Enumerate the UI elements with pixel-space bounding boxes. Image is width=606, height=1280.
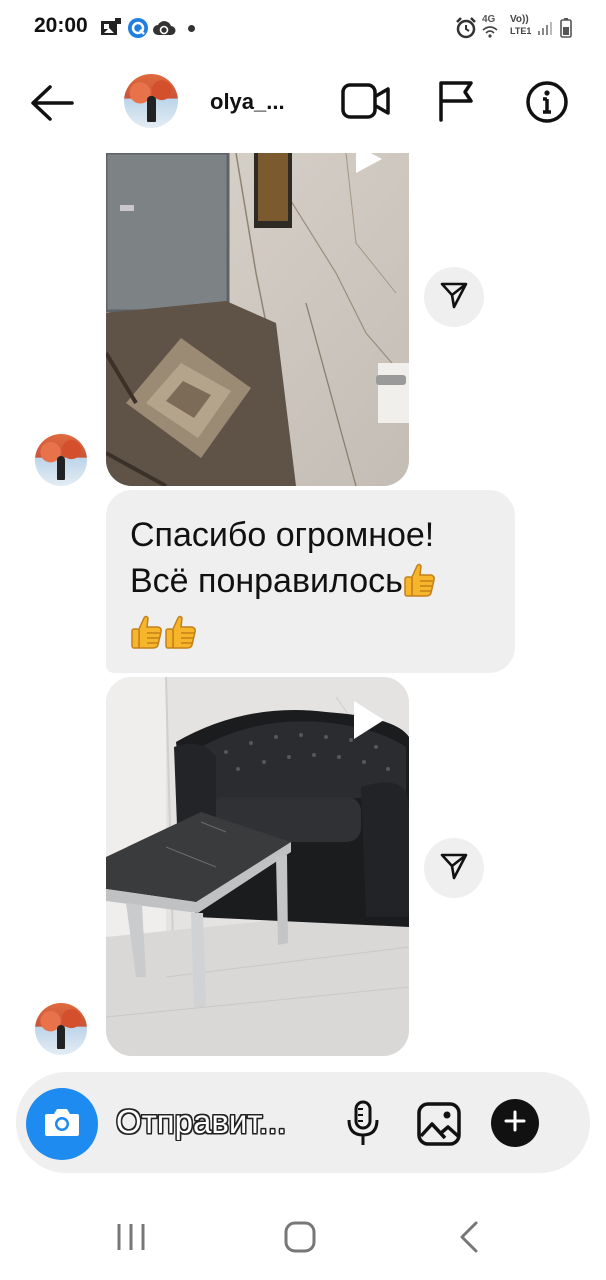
- sender-avatar[interactable]: [35, 1003, 87, 1055]
- microphone-icon[interactable]: [344, 1100, 382, 1153]
- share-icon: [439, 280, 469, 315]
- header-avatar[interactable]: [124, 74, 178, 128]
- share-button-photo1[interactable]: [424, 267, 484, 327]
- back-arrow-icon[interactable]: [28, 83, 76, 128]
- thumbs-up-emoji: [403, 562, 437, 610]
- header-username[interactable]: olya_...: [210, 89, 285, 115]
- add-content-button[interactable]: [491, 1099, 539, 1147]
- message-text-line1: Спасибо огромное!: [130, 516, 435, 554]
- cloud-sync-icon: [152, 19, 176, 42]
- share-button-photo2[interactable]: [424, 838, 484, 898]
- camera-button[interactable]: [26, 1088, 98, 1160]
- status-time: 20:00: [34, 14, 88, 37]
- plus-icon: [503, 1109, 527, 1138]
- text-message-bubble[interactable]: Спасибо огромное! Всё понравилось: [106, 490, 515, 673]
- volte-label: Vo)): [510, 14, 529, 25]
- photo-message-sofa[interactable]: [106, 677, 409, 1056]
- play-icon[interactable]: [350, 153, 386, 178]
- sender-avatar[interactable]: [35, 434, 87, 486]
- share-icon: [439, 851, 469, 886]
- recent-apps-icon[interactable]: [115, 1221, 147, 1258]
- flag-icon[interactable]: [437, 80, 475, 127]
- camera-icon: [43, 1106, 81, 1143]
- photo-message-bathroom[interactable]: [106, 153, 409, 486]
- more-notifications-dot: [188, 25, 195, 32]
- message-input[interactable]: Отправит...: [116, 1103, 322, 1141]
- alarm-icon: [455, 17, 477, 44]
- info-icon[interactable]: [525, 80, 569, 129]
- video-call-icon[interactable]: [341, 81, 391, 126]
- message-text-line2: Всё понравилось: [130, 562, 403, 600]
- app-notification-icon: [127, 17, 149, 44]
- gallery-icon[interactable]: [417, 1102, 461, 1151]
- photo-notification-icon: [100, 18, 122, 43]
- nav-back-icon[interactable]: [456, 1220, 482, 1259]
- home-icon[interactable]: [283, 1220, 317, 1259]
- thumbs-up-emoji: [130, 614, 164, 662]
- play-icon[interactable]: [350, 699, 386, 746]
- network-type-label: 4G: [482, 14, 496, 25]
- battery-icon: [560, 18, 572, 43]
- thumbs-up-emoji: [164, 614, 198, 662]
- signal-strength-icon: [537, 20, 553, 41]
- wifi-signal-icon: [482, 25, 498, 43]
- lte-label: LTE1: [510, 26, 532, 36]
